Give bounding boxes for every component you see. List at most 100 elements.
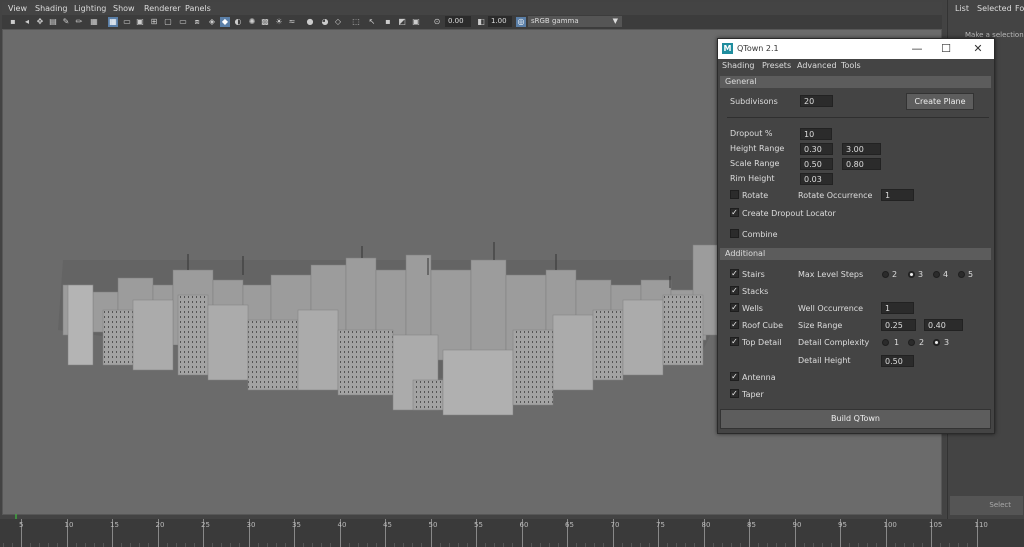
detail-height-field[interactable]: 0.50 <box>881 355 914 367</box>
timeline-label: 70 <box>610 521 620 529</box>
size-min-field[interactable]: 0.25 <box>881 319 916 331</box>
timeline-tick <box>812 543 814 547</box>
timeline-label: 30 <box>246 521 256 529</box>
timeline-tick <box>139 543 141 547</box>
gamma-reset-icon[interactable]: ◧ <box>476 17 486 27</box>
color-management-icon[interactable]: ◎ <box>516 17 526 27</box>
additional-section-header[interactable]: Additional <box>720 248 991 260</box>
film-gate-icon[interactable]: ▦ <box>108 17 118 27</box>
timeline-tick <box>184 543 186 547</box>
max-level-radio-2[interactable] <box>882 271 889 278</box>
grease-pencil-icon[interactable]: ✏ <box>74 17 84 27</box>
wells-checkbox[interactable]: ✓ <box>730 303 739 312</box>
timeline[interactable]: 5 10 15 20 25 30 35 40 45 50 55 60 65 70 75 80 85 90 95 100… <box>0 519 1024 547</box>
detail-radio-1[interactable] <box>882 339 889 346</box>
safe-title-icon[interactable]: ▭ <box>178 17 188 27</box>
gamma-field[interactable]: 1.00 <box>488 16 512 27</box>
separator <box>727 117 989 118</box>
timeline-tick <box>75 543 77 547</box>
maximize-icon[interactable]: ☐ <box>937 41 955 57</box>
max-level-radio-5[interactable] <box>958 271 965 278</box>
minimize-icon[interactable]: — <box>908 41 926 57</box>
menu-renderer[interactable]: Renderer <box>144 4 181 13</box>
timeline-label: 5 <box>19 521 24 529</box>
dialog-menu-advanced[interactable]: Advanced <box>797 61 837 70</box>
exposure-icon[interactable]: ▪ <box>383 17 393 27</box>
rim-height-field[interactable]: 0.03 <box>800 173 833 185</box>
xray-joints-icon[interactable]: ◇ <box>333 17 343 27</box>
rotate-checkbox[interactable] <box>730 190 739 199</box>
menu-view[interactable]: View <box>8 4 27 13</box>
image-plane-icon[interactable]: ▤ <box>48 17 58 27</box>
isolate-select-icon[interactable]: ● <box>305 17 315 27</box>
motion-blur-icon[interactable]: ≈ <box>287 17 297 27</box>
build-qtown-button[interactable]: Build QTown <box>720 409 991 429</box>
camera-attributes-icon[interactable]: ◂ <box>22 17 32 27</box>
detail-option-3: 3 <box>944 338 950 347</box>
colorspace-dropdown[interactable]: sRGB gamma ▼ <box>528 16 622 27</box>
max-level-radio-4[interactable] <box>933 271 940 278</box>
menu-selected[interactable]: Selected <box>977 4 1012 13</box>
field-chart-icon[interactable]: ⊞ <box>149 17 159 27</box>
menu-show[interactable]: Show <box>113 4 135 13</box>
dialog-titlebar[interactable]: M QTown 2.1 — ☐ ✕ <box>718 39 994 59</box>
menu-panels[interactable]: Panels <box>185 4 211 13</box>
grid-icon[interactable]: ▦ <box>89 17 99 27</box>
close-icon[interactable]: ✕ <box>969 41 987 57</box>
menu-list[interactable]: List <box>955 4 969 13</box>
stairs-checkbox[interactable]: ✓ <box>730 269 739 278</box>
rotate-occurrence-field[interactable]: 1 <box>881 189 914 201</box>
timeline-tick <box>585 543 587 547</box>
textured-icon[interactable]: ◐ <box>233 17 243 27</box>
detail-radio-2[interactable] <box>908 339 915 346</box>
menu-shading[interactable]: Shading <box>35 4 68 13</box>
dropout-locator-checkbox[interactable]: ✓ <box>730 208 739 217</box>
smooth-shade-icon[interactable]: ◈ <box>207 17 217 27</box>
roof-cube-checkbox[interactable]: ✓ <box>730 320 739 329</box>
resolution-gate-icon[interactable]: ▭ <box>122 17 132 27</box>
safe-action-icon[interactable]: ▢ <box>163 17 173 27</box>
combine-checkbox[interactable] <box>730 229 739 238</box>
general-section-header[interactable]: General <box>720 76 991 88</box>
scale-min-field[interactable]: 0.50 <box>800 158 833 170</box>
xray-icon[interactable]: ◕ <box>320 17 330 27</box>
use-all-lights-icon[interactable]: ✺ <box>247 17 257 27</box>
gate-mask-icon[interactable]: ▣ <box>135 17 145 27</box>
two-d-pan-icon[interactable]: ✎ <box>61 17 71 27</box>
subdivisions-field[interactable]: 20 <box>800 95 833 107</box>
well-occurrence-field[interactable]: 1 <box>881 302 914 314</box>
shadows-icon[interactable]: ▩ <box>260 17 270 27</box>
exposure-field[interactable]: 0.00 <box>445 16 471 27</box>
taper-checkbox[interactable]: ✓ <box>730 389 739 398</box>
timeline-label: 65 <box>565 521 574 529</box>
size-max-field[interactable]: 0.40 <box>924 319 963 331</box>
ambient-occlusion-icon[interactable]: ☀ <box>274 17 284 27</box>
max-level-radio-3[interactable] <box>908 271 915 278</box>
timeline-label: 100 <box>883 521 897 529</box>
height-min-field[interactable]: 0.30 <box>800 143 833 155</box>
bookmark-icon[interactable]: ✥ <box>35 17 45 27</box>
camera-select-icon[interactable]: ▪ <box>8 17 18 27</box>
xray-active-icon[interactable]: ⬚ <box>351 17 361 27</box>
dropout-field[interactable]: 10 <box>800 128 832 140</box>
view-transform-icon[interactable]: ▣ <box>411 17 421 27</box>
backface-culling-icon[interactable]: ↖ <box>367 17 377 27</box>
gamma-icon[interactable]: ◩ <box>397 17 407 27</box>
select-button[interactable]: Select <box>950 496 1023 515</box>
height-max-field[interactable]: 3.00 <box>842 143 881 155</box>
dialog-menu-shading[interactable]: Shading <box>722 61 755 70</box>
wireframe-icon[interactable]: ⧈ <box>192 17 202 27</box>
menu-focus[interactable]: Fo <box>1015 4 1024 13</box>
antenna-checkbox[interactable]: ✓ <box>730 372 739 381</box>
timeline-tick <box>485 543 487 547</box>
scale-max-field[interactable]: 0.80 <box>842 158 881 170</box>
create-plane-button[interactable]: Create Plane <box>906 93 974 110</box>
stacks-checkbox[interactable]: ✓ <box>730 286 739 295</box>
exposure-reset-icon[interactable]: ⊙ <box>432 17 442 27</box>
detail-radio-3[interactable] <box>933 339 940 346</box>
dialog-menu-presets[interactable]: Presets <box>762 61 791 70</box>
dialog-menu-tools[interactable]: Tools <box>841 61 861 70</box>
top-detail-checkbox[interactable]: ✓ <box>730 337 739 346</box>
wireframe-on-shaded-icon[interactable]: ◆ <box>220 17 230 27</box>
menu-lighting[interactable]: Lighting <box>74 4 106 13</box>
